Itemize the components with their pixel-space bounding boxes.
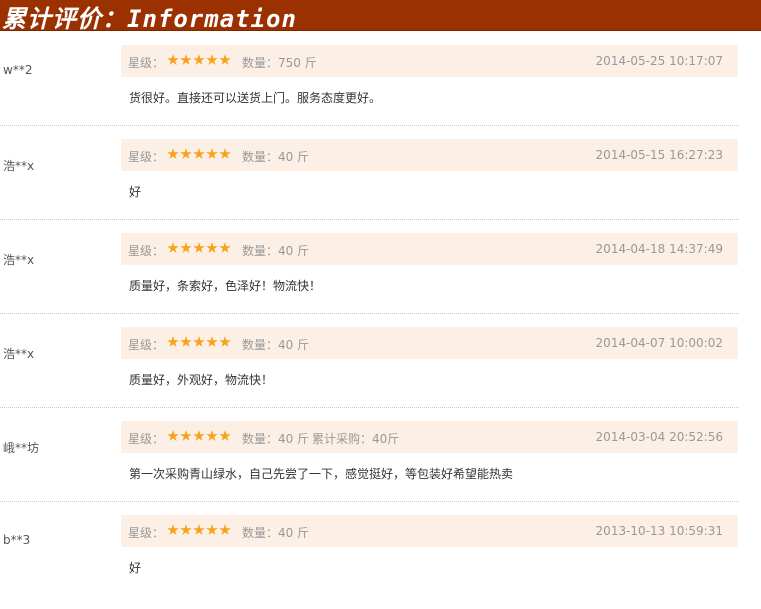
- divider: [0, 501, 739, 502]
- section-header: 累计评价：Information: [0, 0, 761, 33]
- star-icon: [167, 336, 179, 347]
- review-item: 浩**x 星级： 数量： 40 斤 2014-05-15 16:27:23 好: [0, 139, 761, 233]
- reviewer-name: b**3: [3, 533, 31, 547]
- star-icon: [206, 524, 218, 535]
- quantity-value: 40 斤: [278, 150, 310, 164]
- star-icon: [219, 148, 231, 159]
- review-item: 浩**x 星级： 数量： 40 斤 2014-04-07 10:00:02 质量…: [0, 327, 761, 421]
- star-icon: [206, 242, 218, 253]
- star-icon: [180, 524, 192, 535]
- review-meta-bar: 星级： 数量： 750 斤 2014-05-25 10:17:07: [121, 45, 738, 77]
- rating-stars: [167, 524, 231, 536]
- review-content: 货很好。直接还可以送货上门。服务态度更好。: [129, 91, 382, 105]
- reviewer-name: 浩**x: [3, 347, 35, 361]
- star-icon: [167, 524, 179, 535]
- star-icon: [167, 148, 179, 159]
- star-icon: [180, 430, 192, 441]
- quantity-label: 数量：: [242, 432, 279, 446]
- reviewer-name: 浩**x: [3, 253, 35, 267]
- review-meta-bar: 星级： 数量： 40 斤 2014-04-18 14:37:49: [121, 233, 738, 265]
- review-meta-bar: 星级： 数量： 40 斤 2013-10-13 10:59:31: [121, 515, 738, 547]
- divider: [0, 219, 739, 220]
- review-date: 2014-04-07 10:00:02: [595, 336, 723, 350]
- review-item: 浩**x 星级： 数量： 40 斤 2014-04-18 14:37:49 质量…: [0, 233, 761, 327]
- rating-label: 星级：: [128, 150, 165, 164]
- rating-stars: [167, 148, 231, 160]
- divider: [0, 407, 739, 408]
- star-icon: [180, 336, 192, 347]
- star-icon: [206, 430, 218, 441]
- quantity-label: 数量：: [242, 526, 279, 540]
- quantity-value: 40 斤: [278, 526, 310, 540]
- star-icon: [193, 148, 205, 159]
- section-title: 累计评价：Information: [2, 5, 297, 33]
- star-icon: [193, 524, 205, 535]
- quantity-value: 40 斤: [278, 244, 310, 258]
- review-content: 质量好，外观好，物流快！: [129, 373, 274, 387]
- review-date: 2014-04-18 14:37:49: [595, 242, 723, 256]
- rating-stars: [167, 430, 231, 442]
- reviewer-name: 浩**x: [3, 159, 35, 173]
- star-icon: [167, 242, 179, 253]
- reviewer-name: w**2: [3, 63, 33, 77]
- quantity-value: 40 斤: [278, 432, 310, 446]
- star-icon: [180, 148, 192, 159]
- star-icon: [219, 242, 231, 253]
- review-meta-bar: 星级： 数量： 40 斤 2014-04-07 10:00:02: [121, 327, 738, 359]
- star-icon: [206, 148, 218, 159]
- review-content: 第一次采购青山绿水，自己先尝了一下，感觉挺好，等包装好希望能热卖: [129, 467, 514, 481]
- review-meta-bar: 星级： 数量： 40 斤 累计采购：40斤 2014-03-04 20:52:5…: [121, 421, 738, 453]
- review-date: 2014-03-04 20:52:56: [595, 430, 723, 444]
- star-icon: [180, 242, 192, 253]
- rating-label: 星级：: [128, 338, 165, 352]
- review-content: 好: [129, 561, 142, 575]
- rating-label: 星级：: [128, 526, 165, 540]
- star-icon: [180, 54, 192, 65]
- review-content: 好: [129, 185, 142, 199]
- star-icon: [167, 54, 179, 65]
- star-icon: [219, 430, 231, 441]
- rating-stars: [167, 336, 231, 348]
- quantity-label: 数量：: [242, 56, 279, 70]
- quantity-label: 数量：: [242, 338, 279, 352]
- rating-stars: [167, 54, 231, 66]
- quantity-label: 数量：: [242, 150, 279, 164]
- star-icon: [193, 430, 205, 441]
- rating-label: 星级：: [128, 244, 165, 258]
- star-icon: [206, 336, 218, 347]
- star-icon: [193, 336, 205, 347]
- quantity-value: 40 斤: [278, 338, 310, 352]
- review-item: w**2 星级： 数量： 750 斤 2014-05-25 10:17:07 货…: [0, 45, 761, 139]
- star-icon: [206, 54, 218, 65]
- review-meta-bar: 星级： 数量： 40 斤 2014-05-15 16:27:23: [121, 139, 738, 171]
- star-icon: [219, 54, 231, 65]
- review-date: 2014-05-25 10:17:07: [595, 54, 723, 68]
- quantity-value: 750 斤: [278, 56, 317, 70]
- rating-label: 星级：: [128, 56, 165, 70]
- review-date: 2013-10-13 10:59:31: [595, 524, 723, 538]
- divider: [0, 313, 739, 314]
- star-icon: [219, 336, 231, 347]
- quantity-label: 数量：: [242, 244, 279, 258]
- rating-stars: [167, 242, 231, 254]
- reviewer-name: 峨**坊: [3, 441, 40, 455]
- review-date: 2014-05-15 16:27:23: [595, 148, 723, 162]
- review-item: 峨**坊 星级： 数量： 40 斤 累计采购：40斤 2014-03-04 20…: [0, 421, 761, 515]
- review-content: 质量好，条索好，色泽好！物流快！: [129, 279, 322, 293]
- star-icon: [167, 430, 179, 441]
- review-item: b**3 星级： 数量： 40 斤 2013-10-13 10:59:31 好: [0, 515, 761, 609]
- star-icon: [193, 242, 205, 253]
- cumulative-purchase: 累计采购：40斤: [312, 432, 400, 446]
- divider: [0, 125, 739, 126]
- star-icon: [219, 524, 231, 535]
- star-icon: [193, 54, 205, 65]
- rating-label: 星级：: [128, 432, 165, 446]
